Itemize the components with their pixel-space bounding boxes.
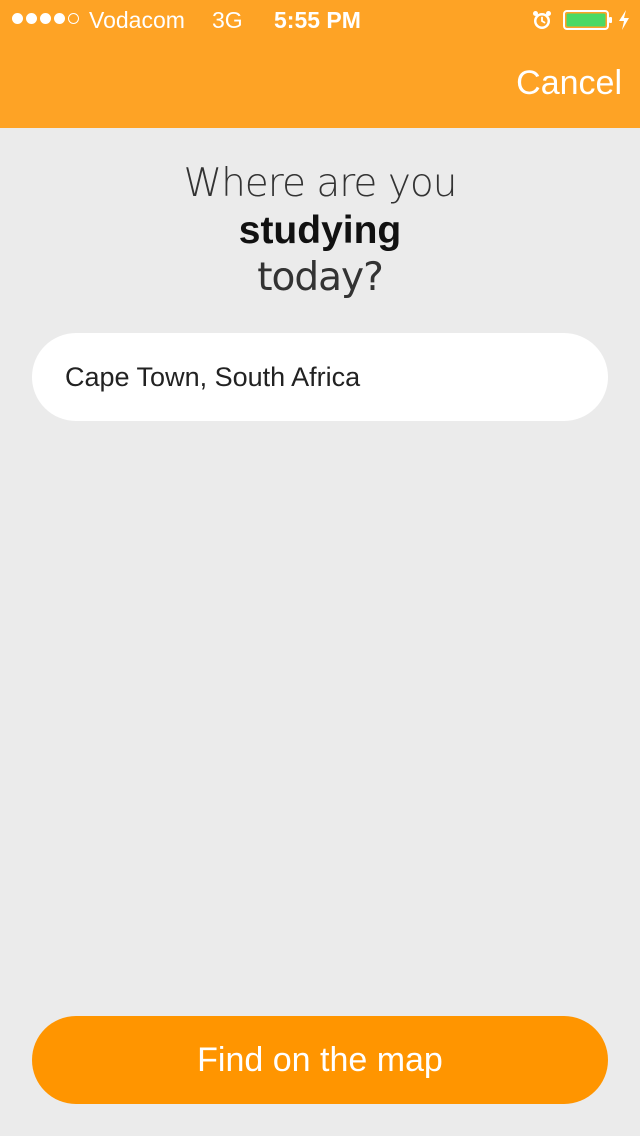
battery-icon [563, 9, 613, 31]
signal-dot [40, 13, 51, 24]
question-heading: Where are you studying today? [0, 160, 640, 301]
status-bar: Vodacom 3G 5:55 PM [0, 0, 640, 40]
header-bar: Vodacom 3G 5:55 PM Cancel [0, 0, 640, 128]
signal-dot-empty [68, 13, 79, 24]
charging-icon [617, 9, 631, 31]
question-line-2: studying [238, 209, 402, 252]
carrier-name: Vodacom [89, 7, 185, 33]
find-on-map-button[interactable]: Find on the map [32, 1016, 608, 1104]
question-line-1: Where are you [183, 161, 458, 206]
alarm-icon [531, 9, 553, 31]
signal-dot [12, 13, 23, 24]
location-input[interactable] [32, 333, 608, 421]
cancel-button[interactable]: Cancel [516, 64, 622, 103]
network-type: 3G [212, 7, 243, 33]
status-time: 5:55 PM [274, 7, 361, 33]
signal-strength-icon [12, 13, 79, 24]
signal-dot [54, 13, 65, 24]
signal-dot [26, 13, 37, 24]
question-line-3: today? [257, 255, 384, 300]
